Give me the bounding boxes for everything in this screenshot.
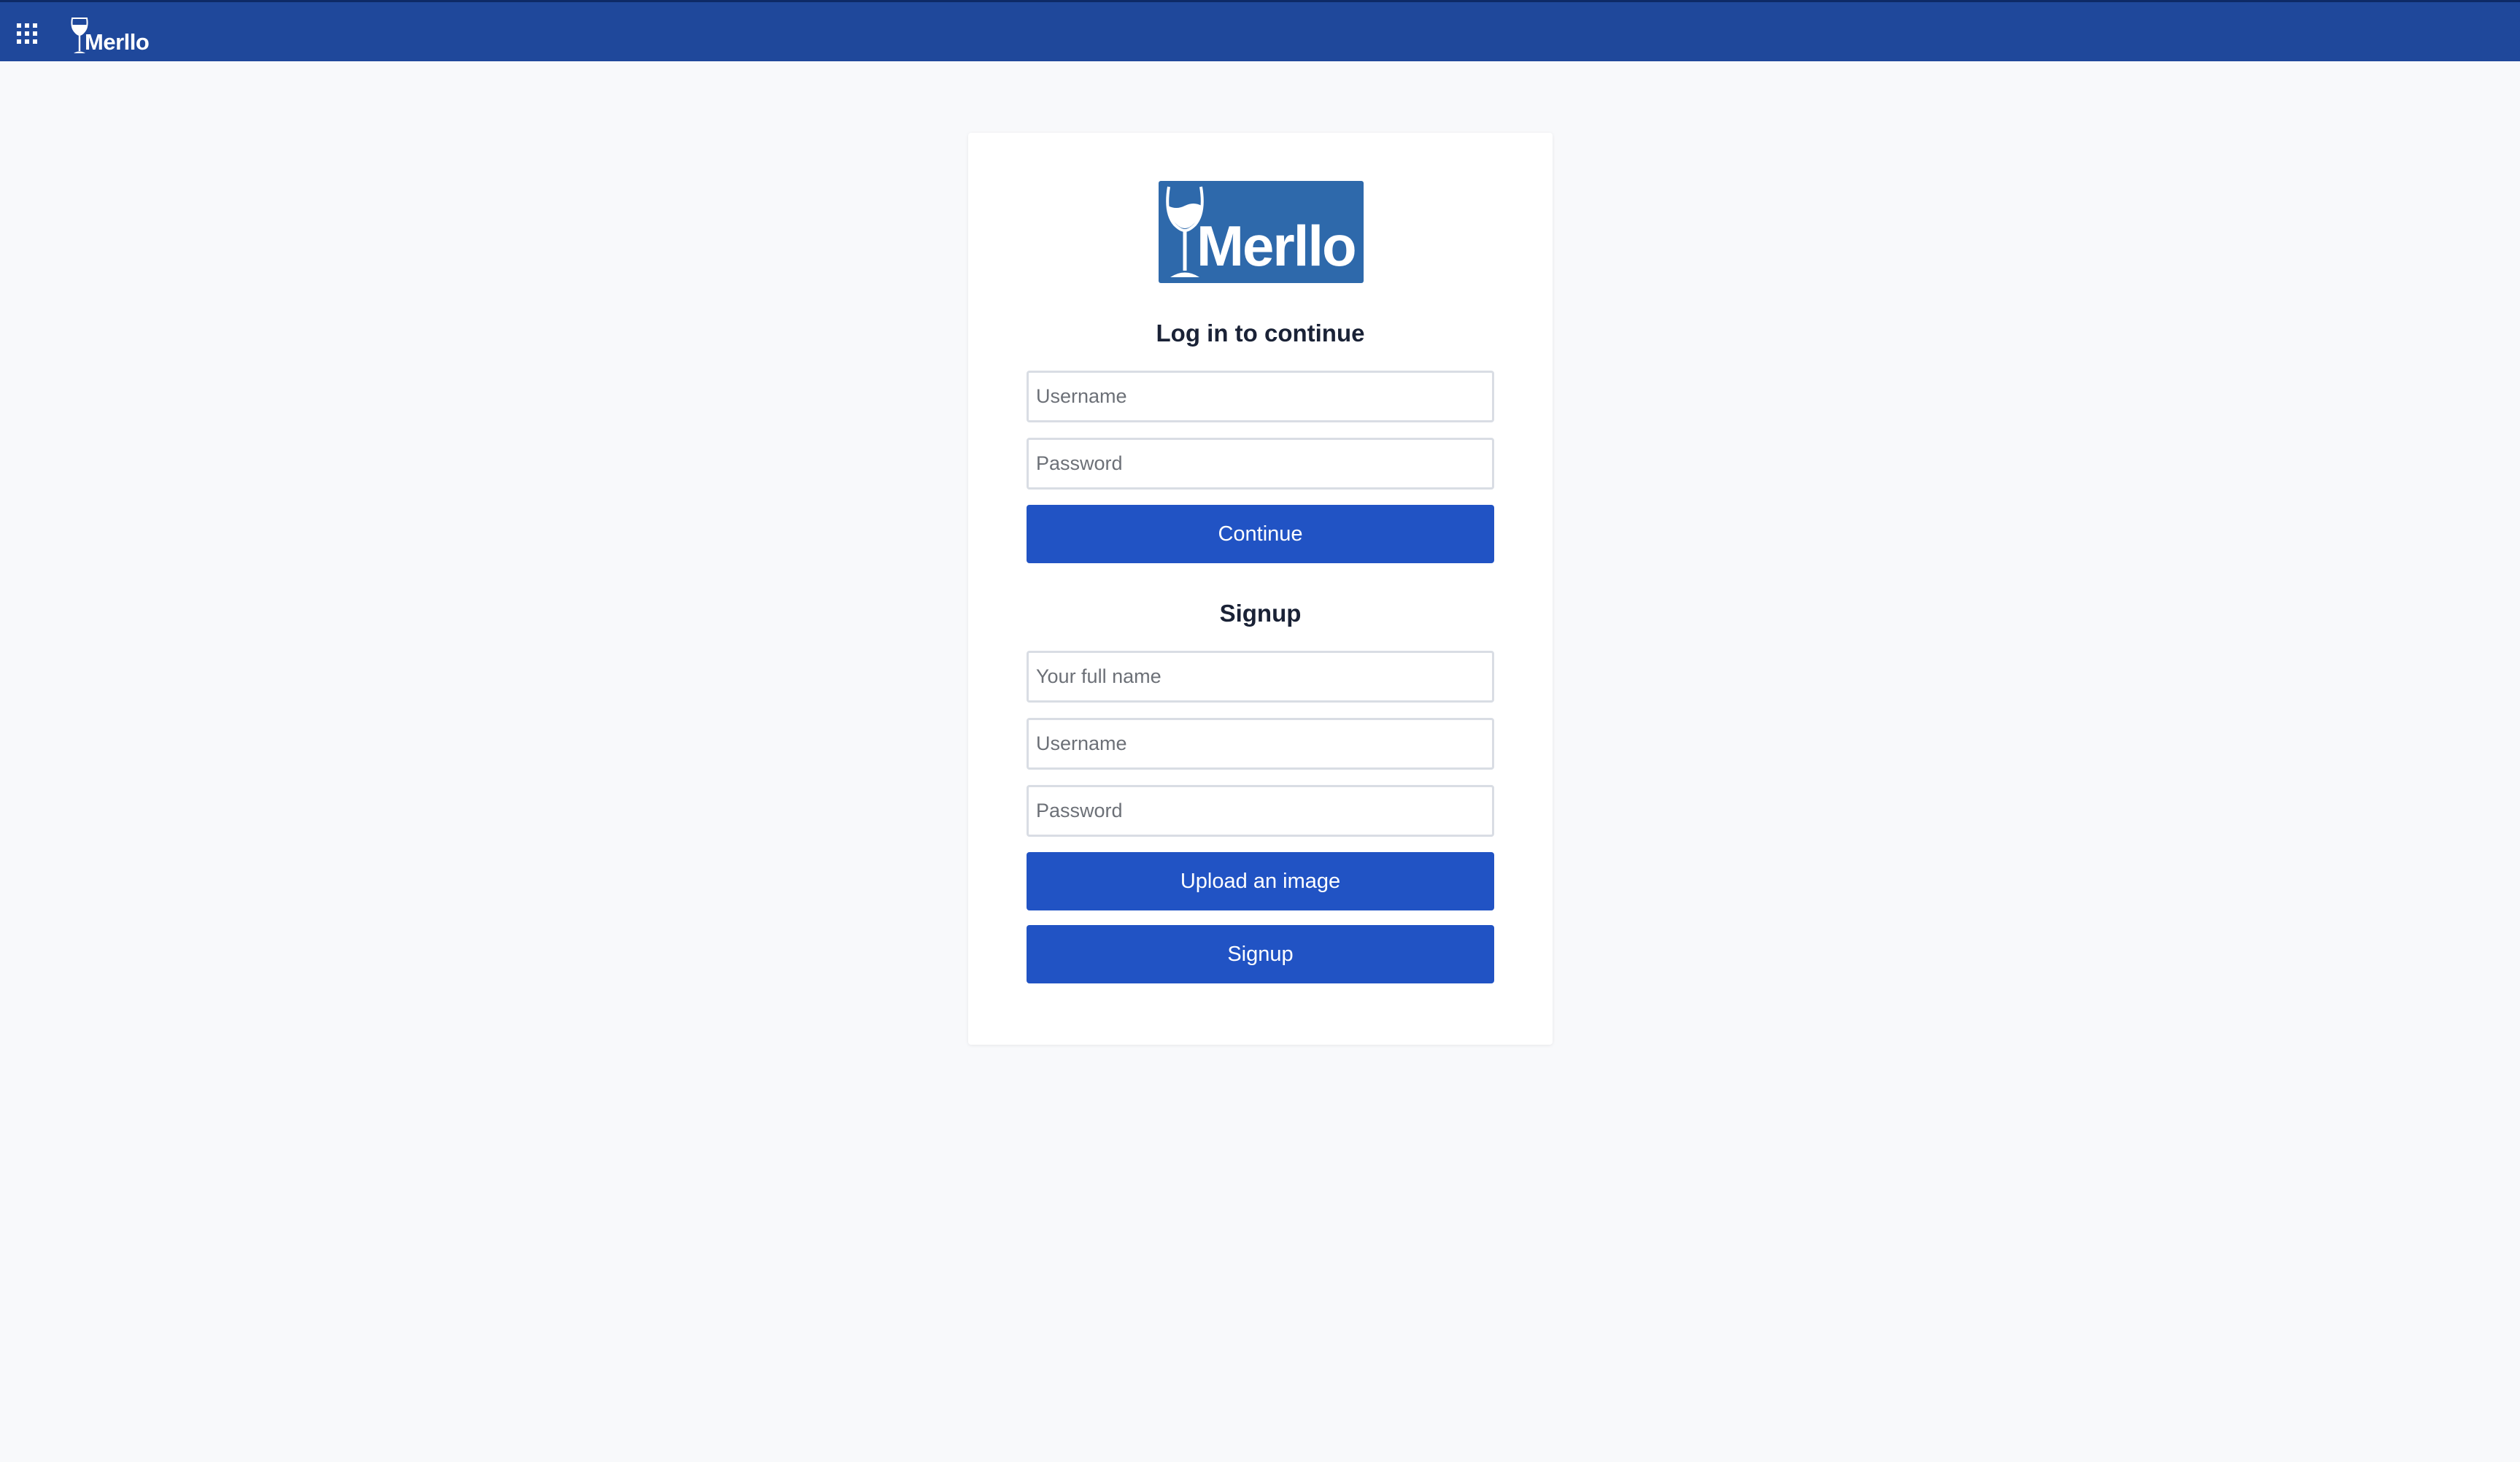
- continue-button[interactable]: Continue: [1027, 505, 1494, 563]
- login-heading: Log in to continue: [1156, 320, 1365, 347]
- signup-heading: Signup: [1219, 600, 1302, 627]
- logo-text: Merllo: [1197, 214, 1357, 278]
- brand-home-link[interactable]: Merllo: [70, 14, 150, 55]
- auth-card: Merllo Log in to continue Continue Signu…: [968, 133, 1553, 1045]
- signup-password-input[interactable]: [1027, 785, 1494, 837]
- merllo-logo: Merllo: [1159, 181, 1364, 283]
- app-window: Merllo Merllo Log in to continue Continu…: [0, 0, 2520, 1462]
- login-username-input[interactable]: [1027, 371, 1494, 422]
- signup-fullname-input[interactable]: [1027, 651, 1494, 703]
- signup-button[interactable]: Signup: [1027, 925, 1494, 983]
- upload-image-button[interactable]: Upload an image: [1027, 852, 1494, 910]
- signup-username-input[interactable]: [1027, 718, 1494, 770]
- top-bar: Merllo: [0, 0, 2520, 61]
- login-password-input[interactable]: [1027, 438, 1494, 490]
- apps-grid-icon[interactable]: [16, 23, 38, 45]
- brand-name: Merllo: [85, 29, 150, 55]
